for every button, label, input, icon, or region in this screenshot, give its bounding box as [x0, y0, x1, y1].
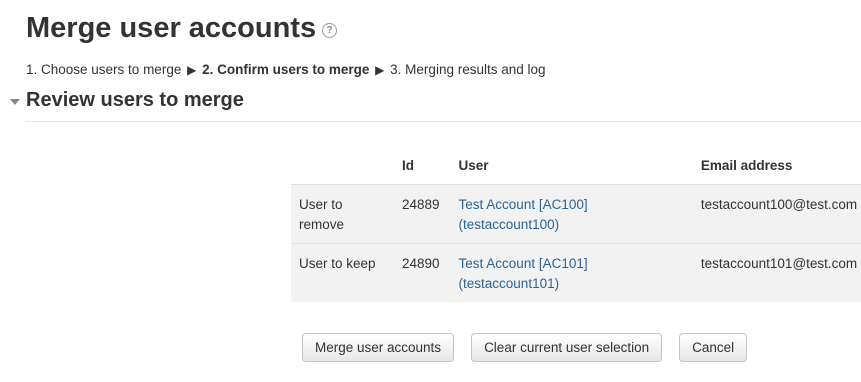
user-link[interactable]: Test Account [AC100] [459, 197, 588, 212]
cancel-button[interactable]: Cancel [679, 333, 748, 362]
clear-selection-button[interactable]: Clear current user selection [471, 333, 663, 362]
column-header-email: Email address [692, 146, 861, 185]
username-link[interactable]: (testaccount100) [459, 217, 560, 232]
email-cell: testaccount101@test.com [692, 243, 861, 302]
step-confirm-users: 2. Confirm users to merge [202, 62, 370, 77]
role-label: User to [299, 197, 343, 212]
help-icon[interactable]: ? [322, 23, 338, 38]
column-header-id: Id [393, 146, 451, 185]
table-header-row: Id User Email address [291, 146, 861, 185]
progress-steps: 1. Choose users to merge ▶ 2. Confirm us… [26, 62, 546, 77]
role-label: User to keep [299, 256, 376, 271]
page-heading: Merge user accounts ? [26, 12, 338, 45]
review-users-table: Id User Email address User to remove 248… [291, 146, 861, 302]
user-cell: Test Account [AC100] (testaccount100) [450, 184, 693, 244]
role-cell: User to keep [291, 243, 394, 302]
id-cell: 24889 [393, 184, 451, 244]
review-table-container: Id User Email address User to remove 248… [291, 146, 861, 302]
step-arrow-icon: ▶ [375, 63, 385, 77]
merge-accounts-button[interactable]: Merge user accounts [302, 333, 455, 362]
column-header-user: User [450, 146, 693, 185]
page: Merge user accounts ? 1. Choose users to… [0, 0, 861, 382]
step-choose-users: 1. Choose users to merge [26, 62, 182, 77]
step-arrow-icon: ▶ [187, 63, 197, 77]
collapse-triangle-icon[interactable] [10, 98, 20, 105]
id-cell: 24890 [393, 243, 451, 302]
role-label: remove [299, 217, 345, 232]
page-title: Merge user accounts [26, 12, 317, 44]
table-row: User to remove 24889 Test Account [AC100… [291, 184, 861, 244]
section-divider [26, 121, 861, 122]
action-buttons: Merge user accounts Clear current user s… [302, 333, 748, 362]
table-row: User to keep 24890 Test Account [AC101] … [291, 243, 861, 302]
user-link[interactable]: Test Account [AC101] [459, 256, 588, 271]
email-cell: testaccount100@test.com [692, 184, 861, 244]
role-cell: User to remove [291, 184, 394, 244]
section-header[interactable]: Review users to merge [10, 89, 244, 112]
section-title: Review users to merge [26, 89, 244, 111]
username-link[interactable]: (testaccount101) [459, 276, 560, 291]
step-merging-results: 3. Merging results and log [390, 62, 546, 77]
user-cell: Test Account [AC101] (testaccount101) [450, 243, 693, 302]
column-header-role [291, 146, 394, 185]
